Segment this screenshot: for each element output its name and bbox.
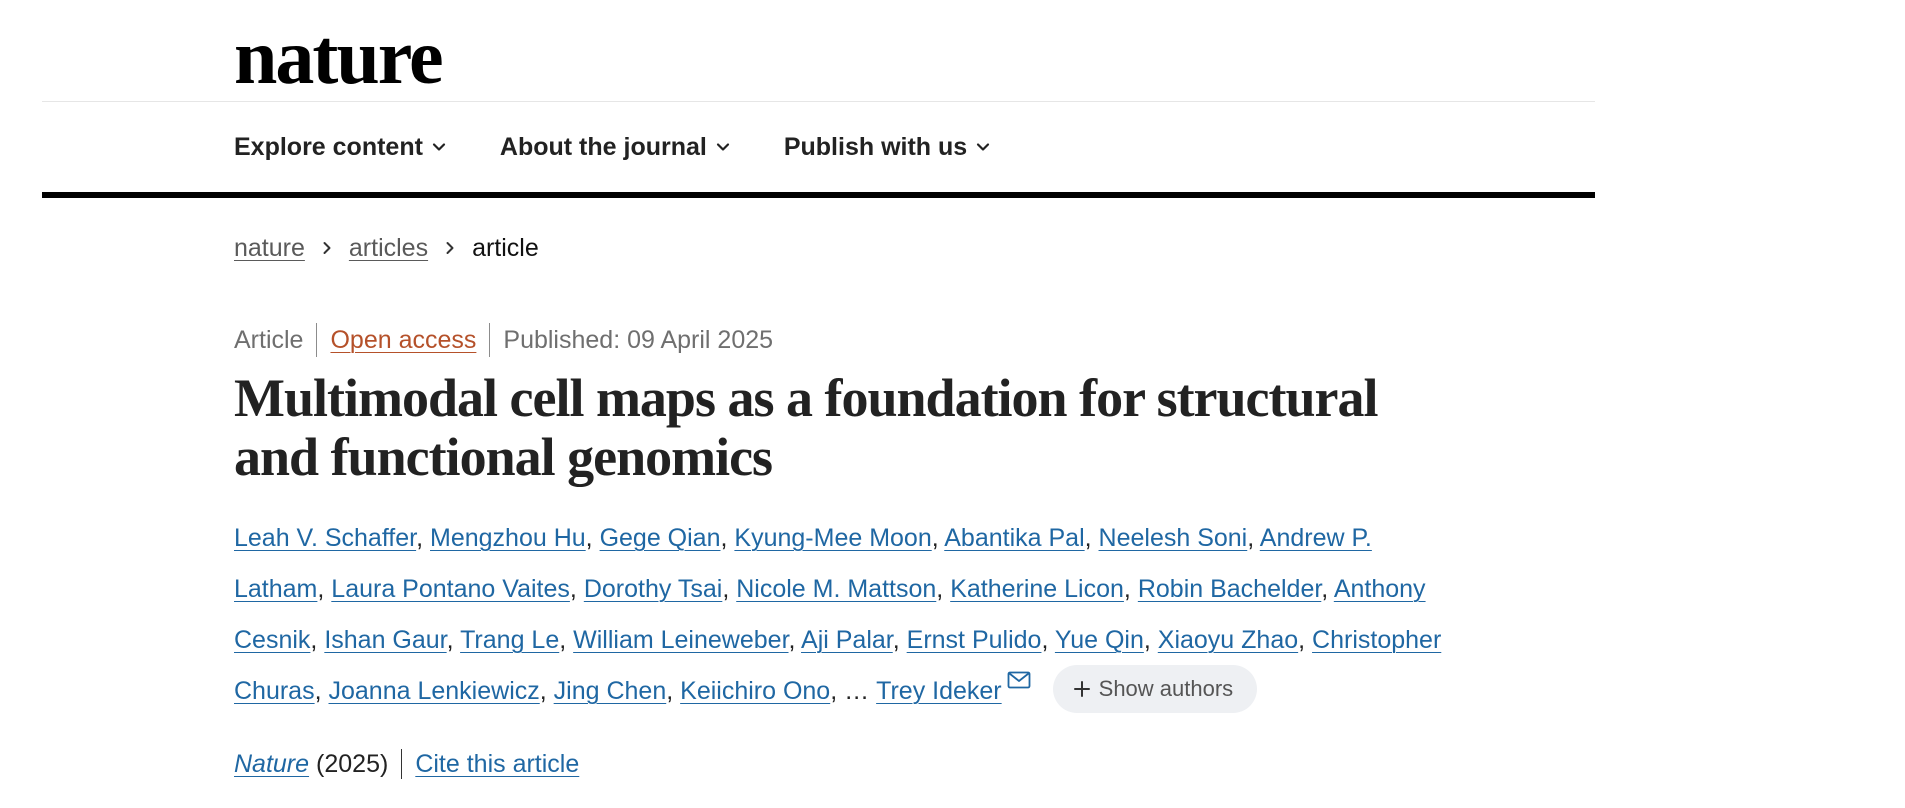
corresponding-author-link[interactable]: Trey Ideker <box>876 677 1002 705</box>
breadcrumb-link-nature[interactable]: nature <box>234 232 305 264</box>
author-separator: , <box>720 524 735 552</box>
author-separator: , <box>788 626 802 654</box>
author-separator: , <box>666 677 681 705</box>
article-type: Article <box>234 326 304 354</box>
author-link[interactable]: Neelesh Soni <box>1099 524 1248 552</box>
author-link[interactable]: Dorothy Tsai <box>584 575 723 603</box>
author-separator: , <box>314 677 329 705</box>
mail-icon[interactable] <box>1007 671 1031 689</box>
nav-label: Publish with us <box>783 133 968 161</box>
author-link[interactable]: Gege Qian <box>600 524 721 552</box>
author-separator: , <box>1084 524 1099 552</box>
author-link[interactable]: Yue Qin <box>1055 626 1144 654</box>
journal-link[interactable]: Nature <box>234 748 309 780</box>
author-separator: , <box>416 524 431 552</box>
author-link[interactable]: Nicole M. Mattson <box>736 575 936 603</box>
author-separator: , <box>722 575 737 603</box>
breadcrumb: nature articles article <box>234 232 539 264</box>
breadcrumb-link-articles[interactable]: articles <box>349 232 428 264</box>
nav-label: Explore content <box>234 133 423 161</box>
author-separator: , <box>585 524 600 552</box>
author-link[interactable]: Robin Bachelder <box>1138 575 1321 603</box>
meta-divider <box>489 323 491 357</box>
author-separator: , <box>1247 524 1260 552</box>
author-separator: , <box>1298 626 1313 654</box>
author-separator: , <box>1321 575 1334 603</box>
nature-logo[interactable]: nature <box>234 18 444 96</box>
author-separator: , <box>892 626 907 654</box>
author-separator: , <box>310 626 325 654</box>
author-link[interactable]: Jing Chen <box>554 677 667 705</box>
chevron-down-icon <box>432 143 446 151</box>
chevron-down-icon <box>716 143 729 151</box>
author-link[interactable]: Katherine Licon <box>950 575 1124 603</box>
author-separator: , <box>936 575 951 603</box>
author-separator: , <box>1123 575 1138 603</box>
citation-line: Nature (2025) Cite this article <box>234 748 579 780</box>
plus-icon <box>1073 681 1090 698</box>
author-link[interactable]: Mengzhou Hu <box>430 524 586 552</box>
nav-explore-content[interactable]: Explore content <box>234 132 446 162</box>
author-separator: , <box>1143 626 1158 654</box>
author-link[interactable]: Abantika Pal <box>944 524 1084 552</box>
author-link[interactable]: William Leineweber <box>573 626 788 654</box>
author-separator: , <box>317 575 332 603</box>
main-nav: Explore content About the journal Publis… <box>234 132 1044 162</box>
site-header: nature Explore content About the journal… <box>42 0 1595 198</box>
nav-publish-with-us[interactable]: Publish with us <box>784 132 990 162</box>
meta-divider <box>316 323 318 357</box>
publication-year: (2025) <box>316 750 389 778</box>
chevron-down-icon <box>977 143 990 151</box>
author-list: Leah V. Schaffer, Mengzhou Hu, Gege Qian… <box>234 513 1465 717</box>
author-separator: , <box>830 677 845 705</box>
nav-about-the-journal[interactable]: About the journal <box>500 132 730 162</box>
breadcrumb-current: article <box>472 234 539 262</box>
author-link[interactable]: Ernst Pulido <box>907 626 1042 654</box>
author-separator: , <box>931 524 945 552</box>
author-link[interactable]: Aji Palar <box>801 626 893 654</box>
nav-label: About the journal <box>499 133 707 161</box>
author-separator: , <box>1041 626 1055 654</box>
header-rule <box>42 192 1595 198</box>
header-divider <box>42 101 1595 102</box>
show-authors-label: Show authors <box>1098 676 1234 702</box>
author-link[interactable]: Leah V. Schaffer <box>234 524 416 552</box>
author-link[interactable]: Keiichiro Ono <box>680 677 830 705</box>
article-title: Multimodal cell maps as a foundation for… <box>234 368 1379 487</box>
citation-divider <box>401 749 403 779</box>
author-link[interactable]: Kyung-Mee Moon <box>734 524 931 552</box>
open-access-link[interactable]: Open access <box>330 324 476 356</box>
author-link[interactable]: Trang Le <box>460 626 559 654</box>
author-link[interactable]: Ishan Gaur <box>324 626 446 654</box>
chevron-right-icon <box>323 242 331 254</box>
author-link[interactable]: Joanna Lenkiewicz <box>329 677 540 705</box>
author-separator: , <box>539 677 554 705</box>
cite-this-article-link[interactable]: Cite this article <box>415 748 579 780</box>
article-meta: Article Open access Published: 09 April … <box>234 323 773 357</box>
authors-ellipsis: … <box>844 677 870 705</box>
author-link[interactable]: Laura Pontano Vaites <box>331 575 570 603</box>
author-separator: , <box>569 575 584 603</box>
show-authors-button[interactable]: Show authors <box>1052 665 1258 714</box>
author-separator: , <box>559 626 574 654</box>
author-link[interactable]: Xiaoyu Zhao <box>1158 626 1298 654</box>
author-separator: , <box>446 626 461 654</box>
published-date: Published: 09 April 2025 <box>503 326 774 354</box>
chevron-right-icon <box>446 242 454 254</box>
